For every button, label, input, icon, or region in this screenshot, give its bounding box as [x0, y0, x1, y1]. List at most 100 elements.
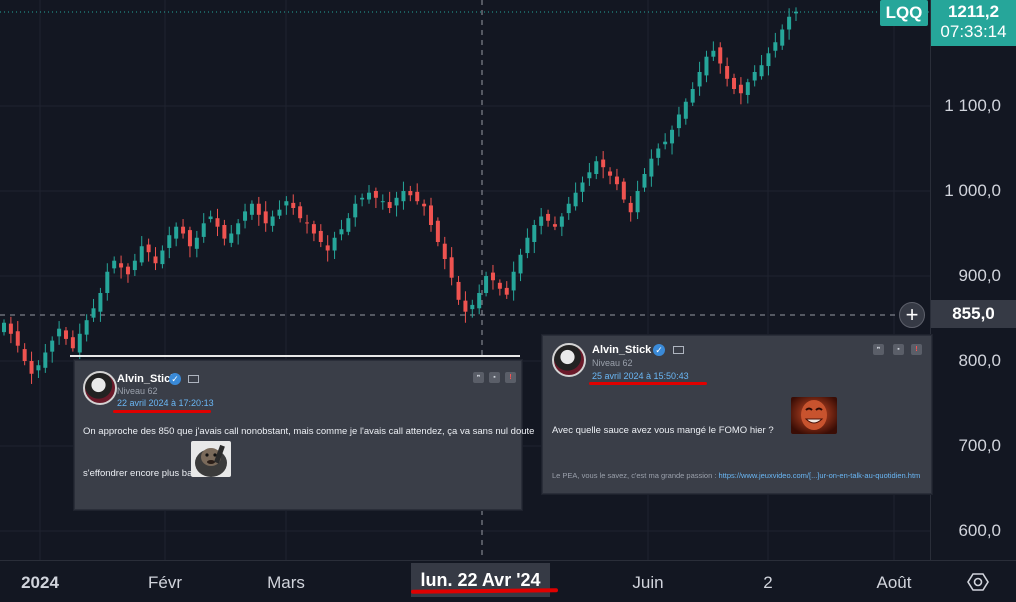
mail-icon[interactable]	[188, 375, 199, 383]
verified-icon: ✓	[169, 373, 181, 385]
candle-body	[84, 320, 89, 335]
candle-body	[174, 226, 179, 239]
candle-body	[752, 72, 757, 81]
candle-body	[587, 172, 592, 179]
candle-body	[511, 271, 516, 291]
mail-icon[interactable]	[673, 346, 684, 354]
monkey-sticker	[191, 441, 231, 477]
candle-body	[773, 42, 778, 51]
candle-body	[539, 216, 544, 226]
candle-body	[408, 191, 413, 196]
candle-body	[546, 213, 551, 221]
candle-body	[635, 191, 640, 213]
candle-body	[318, 230, 323, 242]
candle-body	[256, 203, 261, 215]
candle-body	[463, 300, 468, 312]
time-tick: 2024	[21, 573, 59, 592]
quote-icon[interactable]: ❞	[873, 344, 884, 355]
candle-body	[642, 174, 647, 188]
candle-body	[298, 206, 303, 219]
candle-body	[70, 337, 75, 349]
candle-body	[146, 244, 151, 253]
candle-body	[621, 181, 626, 200]
post-date[interactable]: 22 avril 2024 à 17:20:13	[117, 398, 214, 408]
candle-body	[139, 246, 144, 263]
signature-text: Le PEA, vous le savez, c'est ma grande p…	[552, 471, 719, 480]
candle-body	[153, 256, 158, 264]
candle-body	[683, 101, 688, 119]
candle-body	[449, 257, 454, 278]
edit-icon[interactable]: ▪	[489, 372, 500, 383]
candle-body	[380, 201, 385, 203]
add-alert-plus-button[interactable]: +	[899, 302, 925, 328]
post-text: Avec quelle sauce avez vous mangé le FOM…	[552, 425, 774, 436]
candle-body	[2, 322, 6, 333]
candle-body	[160, 250, 165, 265]
candle-body	[490, 272, 495, 281]
candle-body	[718, 47, 723, 64]
avatar[interactable]	[83, 371, 117, 405]
post-level: Niveau 62	[592, 358, 633, 368]
time-tick: Août	[876, 573, 912, 592]
candle-body	[36, 365, 41, 371]
post-author[interactable]: Alvin_Stick	[592, 344, 651, 356]
post-text: On approche des 850 que j'avais call non…	[83, 426, 535, 437]
signature-link[interactable]: https://www.jeuxvideo.com/[...]ur-on-en-…	[719, 471, 921, 480]
price-axis[interactable]: 1 100,0 1 000,0 900,0 800,0 700,0 600,0	[930, 0, 1016, 560]
candles	[2, 7, 798, 384]
candle-body	[676, 114, 681, 129]
candle-body	[552, 224, 557, 227]
laughing-face-sticker	[791, 397, 837, 434]
candle-body	[373, 191, 378, 198]
symbol-badge: LQQ	[880, 0, 928, 26]
candle-body	[766, 53, 771, 67]
last-price-label: 1211,2 07:33:14	[931, 0, 1016, 46]
candle-body	[559, 216, 564, 227]
candle-body	[181, 226, 186, 234]
candle-body	[477, 293, 482, 309]
candle-body	[470, 304, 475, 310]
candle-body	[22, 349, 27, 361]
candle-body	[794, 11, 798, 14]
candle-body	[704, 56, 709, 76]
candle-body	[353, 203, 358, 218]
candle-body	[208, 216, 213, 220]
report-icon[interactable]: !	[911, 344, 922, 355]
candle-body	[57, 328, 62, 337]
candle-body	[332, 237, 337, 251]
forum-post: Alvin_Stick ✓ Niveau 62 25 avril 2024 à …	[542, 335, 932, 494]
candle-body	[187, 230, 192, 247]
candle-body	[243, 211, 248, 221]
candle-body	[263, 211, 268, 224]
candle-body	[311, 224, 316, 234]
price-tick: 900,0	[958, 266, 1001, 285]
price-tick: 700,0	[958, 436, 1001, 455]
edit-icon[interactable]: ▪	[893, 344, 904, 355]
bar-countdown: 07:33:14	[940, 22, 1007, 41]
quote-icon[interactable]: ❞	[473, 372, 484, 383]
time-axis[interactable]: 2024 Févr Mars Juin 2 Août lun. 22 Avr '…	[0, 560, 1016, 602]
candle-body	[305, 222, 310, 224]
candle-body	[649, 158, 654, 177]
candle-body	[518, 254, 523, 274]
verified-icon: ✓	[653, 344, 665, 356]
candle-body	[346, 218, 351, 232]
candle-body	[360, 197, 365, 200]
candle-body	[525, 237, 530, 254]
candle-body	[50, 340, 55, 352]
candle-body	[63, 330, 68, 339]
post-author[interactable]: Alvin_Stick	[117, 373, 176, 385]
avatar[interactable]	[552, 343, 586, 377]
candle-body	[497, 282, 502, 289]
chart-settings-icon[interactable]	[967, 571, 989, 593]
report-icon[interactable]: !	[505, 372, 516, 383]
crosshair-price-label: 855,0	[931, 300, 1016, 328]
candle-body	[614, 176, 619, 185]
candle-body	[249, 203, 254, 215]
post-date[interactable]: 25 avril 2024 à 15:50:43	[592, 371, 689, 381]
candle-body	[325, 245, 330, 251]
candle-body	[91, 308, 96, 318]
red-underline-date	[113, 410, 211, 413]
candle-body	[77, 333, 82, 353]
candle-body	[367, 192, 372, 200]
